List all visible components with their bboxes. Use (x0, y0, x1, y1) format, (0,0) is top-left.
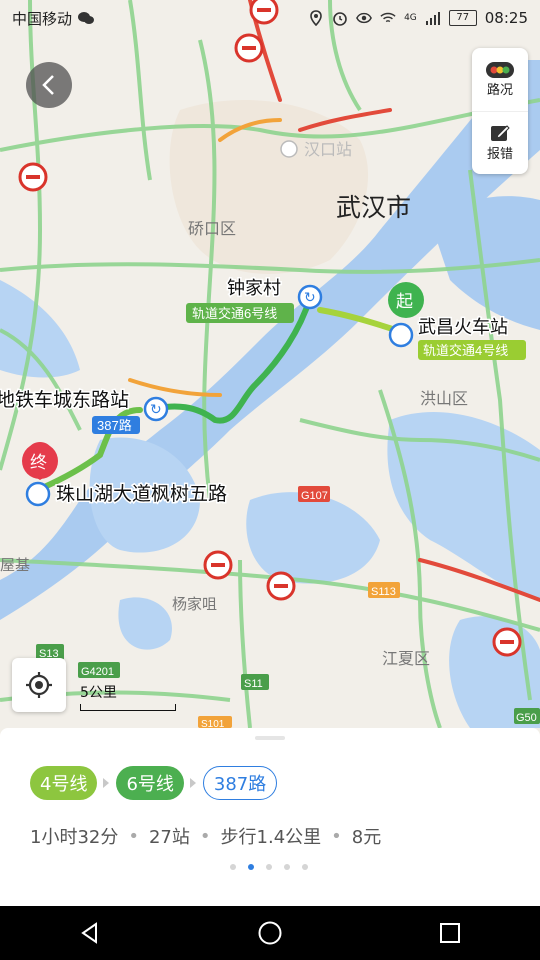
nav-back-button[interactable] (60, 906, 120, 960)
chevron-left-icon (42, 75, 54, 95)
scale-bar (80, 704, 176, 711)
back-button[interactable] (26, 62, 72, 108)
route-chip-line6: 6号线 (116, 766, 184, 800)
report-error-button[interactable]: 报错 (472, 110, 528, 175)
walk-distance: 步行1.4公里 (220, 827, 322, 848)
route-chips: 4号线 6号线 387路 (30, 766, 278, 800)
wuchang-station-label: 武昌火车站 (418, 317, 508, 337)
duration: 1小时32分 (30, 827, 119, 848)
eye-icon (356, 10, 372, 26)
carrier-label: 中国移动 (12, 9, 73, 28)
line6-tag: 轨道交通6号线 (192, 306, 277, 321)
edit-icon (491, 125, 510, 142)
checheng-station-label: 地铁车城东路站 (0, 389, 129, 411)
start-marker-label: 起 (396, 292, 413, 311)
traffic-toggle[interactable]: 路况 (472, 48, 528, 111)
hankou-station-label: 汉口站 (304, 141, 352, 159)
page-dot (266, 864, 272, 870)
crosshair-icon (26, 672, 52, 698)
page-dot (230, 864, 236, 870)
qiaokou-label: 硚口区 (188, 220, 236, 238)
battery-indicator: 77 (448, 10, 477, 26)
route-summary: 1小时32分 • 27站 • 步行1.4公里 • 8元 (30, 823, 381, 849)
fare: 8元 (351, 827, 382, 848)
system-nav-bar (0, 906, 540, 960)
wechat-icon (78, 10, 95, 26)
page-dot (302, 864, 308, 870)
circle-home-icon (258, 921, 282, 945)
arrow-right-icon (103, 778, 110, 788)
zhushanhu-label: 珠山湖大道枫树五路 (56, 483, 227, 505)
signal-icon (425, 10, 441, 26)
page-dot (248, 864, 254, 870)
subway-icon-wuchang (388, 322, 414, 348)
bus-tag: 387路 (97, 418, 132, 433)
triangle-back-icon (81, 922, 97, 944)
arrow-right-icon (189, 778, 196, 788)
s113-label: S113 (371, 586, 396, 598)
page-dot (284, 864, 290, 870)
hankou-station-icon (280, 140, 298, 158)
page-indicator (230, 864, 308, 870)
sheet-handle[interactable] (255, 736, 285, 740)
route-summary-sheet[interactable]: 4号线 6号线 387路 1小时32分 • 27站 • 步行1.4公里 • 8元 (0, 728, 540, 906)
hongshan-label: 洪山区 (420, 390, 468, 408)
wuhan-city-label: 武汉市 (336, 194, 411, 222)
nav-recents-button[interactable] (420, 906, 480, 960)
clock: 08:25 (484, 9, 528, 27)
map-scale: 5公里 (80, 682, 176, 711)
svg-text:↻: ↻ (304, 289, 316, 305)
stop-count: 27站 (148, 827, 190, 848)
svg-text:↻: ↻ (150, 401, 162, 417)
route-chip-line4: 4号线 (30, 766, 98, 800)
g50-label: G50 (516, 712, 537, 724)
g107-label: G107 (301, 490, 328, 502)
jiangxia-label: 江夏区 (382, 650, 430, 668)
status-bar: 中国移动 4G 77 08:25 (0, 0, 540, 36)
bus-stop-icon (25, 481, 51, 507)
traffic-label: 路况 (486, 82, 513, 98)
s11-label: S11 (244, 678, 263, 690)
map-tools-panel: 路况 报错 (472, 48, 528, 174)
nav-home-button[interactable] (240, 906, 300, 960)
wuji-label: 屋基 (0, 557, 30, 574)
scale-label: 5公里 (80, 685, 117, 701)
network-type: 4G (404, 13, 417, 23)
square-recents-icon (440, 923, 460, 943)
traffic-light-icon (486, 61, 514, 78)
yangjiaju-label: 杨家咀 (172, 596, 217, 613)
line4-tag: 轨道交通4号线 (423, 343, 508, 358)
g4201-label: G4201 (81, 666, 114, 678)
location-icon (308, 10, 324, 26)
end-marker-label: 终 (30, 453, 47, 472)
report-label: 报错 (486, 147, 513, 163)
alarm-icon (332, 10, 348, 26)
locate-button[interactable] (12, 658, 66, 712)
route-map[interactable]: 汉口站 武汉市 硚口区 钟家村 轨道交通6号线 ↻ 起 武昌火车站 轨道交通4号… (0, 0, 540, 728)
zhongjiacun-label: 钟家村 (227, 278, 281, 298)
s101-label: S101 (201, 719, 225, 728)
route-chip-bus387: 387路 (202, 766, 278, 800)
wifi-icon (380, 10, 396, 26)
